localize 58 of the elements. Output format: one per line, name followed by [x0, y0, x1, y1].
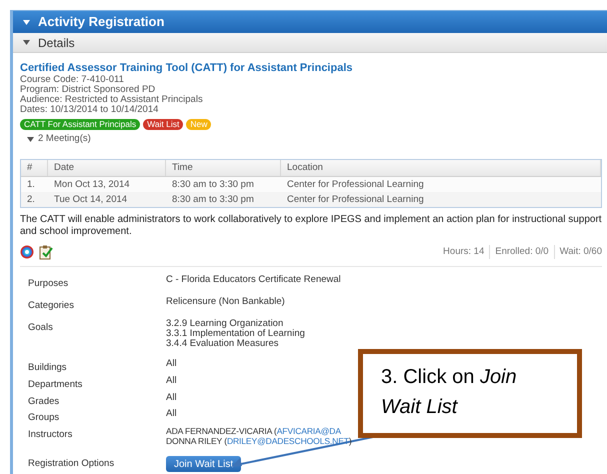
field-label: Categories — [28, 299, 75, 314]
field-value: All — [166, 359, 177, 370]
column-header: Date — [48, 160, 166, 176]
table-cell-text: Center for Professional Learning — [286, 178, 425, 192]
stat-text: Wait: 0/60 — [554, 245, 602, 260]
field-label: Instructors — [28, 428, 74, 442]
table-cell-text: Tue Oct 14, 2014 — [53, 192, 128, 207]
table-cell-text: 2. — [26, 192, 36, 207]
globe-icon[interactable] — [20, 245, 34, 260]
field-label: Groups — [28, 411, 60, 426]
instructor: DONNA RILEY (DRILEY@DADESCHOOLS.NET) — [166, 436, 352, 446]
email-link[interactable]: DRILEY@DADESCHOOLS.NET — [226, 436, 349, 446]
section-header[interactable]: Details — [13, 33, 607, 53]
field-value: All — [166, 409, 177, 420]
description: The CATT will enable administrators to work collaboratively to explore IPEGS and implement an action plan for instructional support and school improvement. — [20, 214, 602, 238]
stat-text: Hours: 14 — [442, 245, 486, 260]
field-label: Purposes — [28, 277, 70, 292]
field-value: 3.3.1 Implementation of Learning — [166, 329, 305, 340]
field-value: 3.2.9 Learning Organization — [166, 319, 284, 330]
course-info: Program: District Sponsored PD — [20, 85, 156, 95]
column-header: Time — [166, 160, 281, 176]
tag: New — [186, 119, 212, 130]
table-cell-text: 1. — [26, 178, 36, 192]
email-link[interactable]: AFVICARIA@DA — [276, 426, 341, 436]
course-info: Dates: 10/13/2014 to 10/14/2014 — [20, 105, 160, 115]
caret-icon[interactable] — [23, 40, 30, 45]
field-value: All — [166, 376, 177, 386]
table-cell-text: Mon Oct 13, 2014 — [53, 178, 131, 192]
panel-header[interactable]: Activity Registration — [13, 11, 607, 33]
column-header: # — [21, 160, 48, 176]
callout-box: 3. Click on Join Wait List — [358, 349, 582, 438]
field-label: Registration Options — [28, 457, 116, 472]
join-wait-list-button[interactable]: Join Wait List — [166, 456, 242, 472]
tag: Wait List — [143, 119, 184, 130]
clipboard-check-icon[interactable] — [39, 244, 53, 260]
section-title: Details — [38, 34, 75, 52]
field-value: All — [166, 393, 177, 404]
course-info: Course Code: 7-410-011 — [20, 75, 125, 85]
field-label: Goals — [28, 321, 54, 336]
tag: CATT For Assistant Principals — [20, 119, 140, 130]
meetings-toggle[interactable]: 2 Meeting(s) — [27, 132, 602, 146]
field-label: Departments — [28, 378, 84, 392]
caret-icon[interactable] — [23, 20, 30, 24]
stat-text: Enrolled: 0/0 — [489, 245, 554, 260]
table-cell-text: Center for Professional Learning — [286, 192, 425, 207]
table-cell-text: 8:30 am to 3:30 pm — [171, 178, 255, 192]
field-value: 3.4.4 Evaluation Measures — [166, 339, 278, 350]
field-value: Relicensure (Non Bankable) — [166, 297, 285, 308]
field-value: C - Florida Educators Certificate Renewal — [166, 275, 341, 286]
field-label: Buildings — [28, 361, 68, 376]
instructor: ADA FERNANDEZ-VICARIA (AFVICARIA@DA — [166, 426, 341, 436]
panel-title: Activity Registration — [38, 13, 164, 32]
caret-icon[interactable] — [27, 136, 34, 142]
column-header: Location — [281, 160, 601, 176]
course-title[interactable]: Certified Assessor Training Tool (CATT) for Assistant Principals — [20, 61, 602, 75]
field-label: Grades — [28, 395, 60, 410]
course-info: Audience: Restricted to Assistant Principals — [20, 95, 204, 105]
table-cell-text: 8:30 am to 3:30 pm — [171, 192, 255, 207]
